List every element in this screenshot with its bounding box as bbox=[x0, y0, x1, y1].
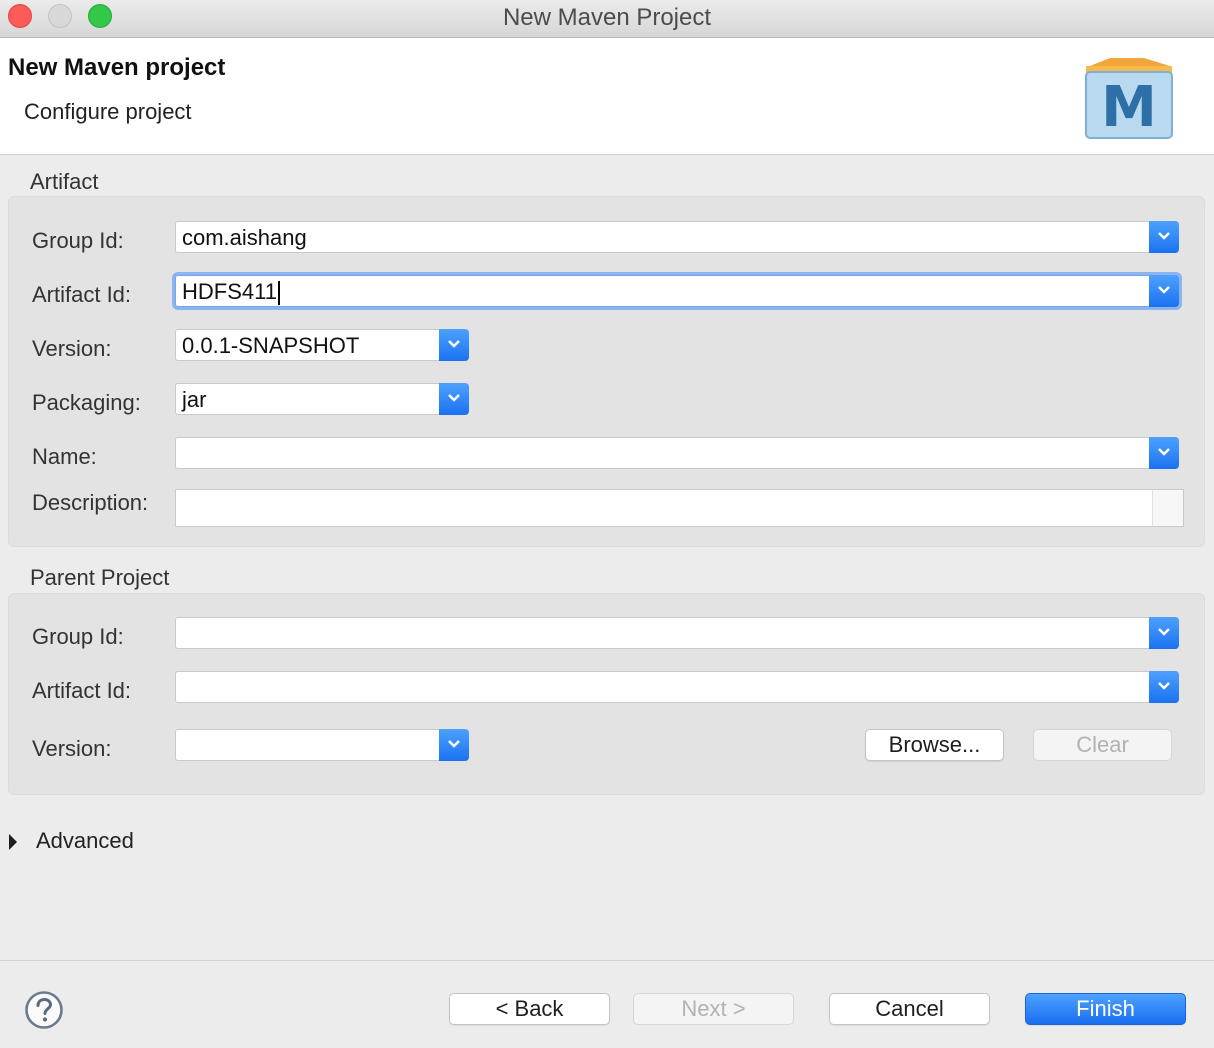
artifact-id-value: HDFS411 bbox=[182, 279, 277, 304]
back-button[interactable]: < Back bbox=[449, 993, 610, 1025]
parent-version-combo[interactable] bbox=[175, 729, 469, 761]
browse-button[interactable]: Browse... bbox=[865, 729, 1004, 761]
description-label: Description: bbox=[32, 490, 149, 515]
packaging-label: Packaging: bbox=[32, 390, 141, 415]
chevron-down-icon[interactable] bbox=[1149, 275, 1179, 307]
artifact-id-combo[interactable]: HDFS411 bbox=[175, 275, 1179, 307]
chevron-down-icon[interactable] bbox=[1149, 617, 1179, 649]
chevron-down-icon[interactable] bbox=[1149, 437, 1179, 469]
packaging-value: jar bbox=[182, 387, 207, 412]
version-value: 0.0.1-SNAPSHOT bbox=[182, 333, 360, 358]
maven-logo-icon: M bbox=[1085, 58, 1173, 140]
artifact-section-label: Artifact bbox=[30, 169, 99, 194]
parent-version-label: Version: bbox=[32, 736, 112, 761]
name-label: Name: bbox=[32, 444, 97, 469]
parent-group-id-combo[interactable] bbox=[175, 617, 1179, 649]
parent-section-label: Parent Project bbox=[30, 565, 170, 590]
chevron-down-icon[interactable] bbox=[439, 383, 469, 415]
help-icon[interactable] bbox=[24, 990, 64, 1030]
chevron-down-icon[interactable] bbox=[1149, 671, 1179, 703]
packaging-combo[interactable]: jar bbox=[175, 383, 469, 415]
title-bar: New Maven Project bbox=[0, 0, 1214, 38]
description-scrollbar[interactable] bbox=[1152, 490, 1183, 526]
parent-artifact-id-label: Artifact Id: bbox=[32, 678, 132, 703]
clear-button[interactable]: Clear bbox=[1033, 729, 1172, 761]
chevron-down-icon[interactable] bbox=[439, 729, 469, 761]
advanced-label: Advanced bbox=[36, 828, 134, 853]
advanced-toggle[interactable]: Advanced bbox=[8, 828, 208, 854]
parent-group-id-label: Group Id: bbox=[32, 624, 124, 649]
parent-artifact-id-combo[interactable] bbox=[175, 671, 1179, 703]
artifact-id-label: Artifact Id: bbox=[32, 282, 132, 307]
wizard-header: New Maven project Configure project M bbox=[0, 38, 1214, 155]
chevron-down-icon[interactable] bbox=[1149, 221, 1179, 253]
window-title: New Maven Project bbox=[502, 4, 712, 31]
version-combo[interactable]: 0.0.1-SNAPSHOT bbox=[175, 329, 469, 361]
description-textarea[interactable] bbox=[175, 489, 1184, 527]
cancel-button[interactable]: Cancel bbox=[829, 993, 990, 1025]
group-id-combo[interactable]: com.aishang bbox=[175, 221, 1179, 253]
logo-letter: M bbox=[1101, 75, 1157, 140]
group-id-value: com.aishang bbox=[182, 225, 307, 250]
next-button[interactable]: Next > bbox=[633, 993, 794, 1025]
disclosure-triangle-icon bbox=[9, 834, 17, 850]
page-subtitle: Configure project bbox=[24, 99, 192, 124]
chevron-down-icon[interactable] bbox=[439, 329, 469, 361]
text-caret bbox=[277, 281, 280, 306]
finish-button[interactable]: Finish bbox=[1025, 993, 1186, 1025]
version-label: Version: bbox=[32, 336, 112, 361]
footer-divider bbox=[0, 960, 1214, 961]
group-id-label: Group Id: bbox=[32, 228, 124, 253]
page-title: New Maven project bbox=[8, 54, 226, 81]
name-combo[interactable] bbox=[175, 437, 1179, 469]
